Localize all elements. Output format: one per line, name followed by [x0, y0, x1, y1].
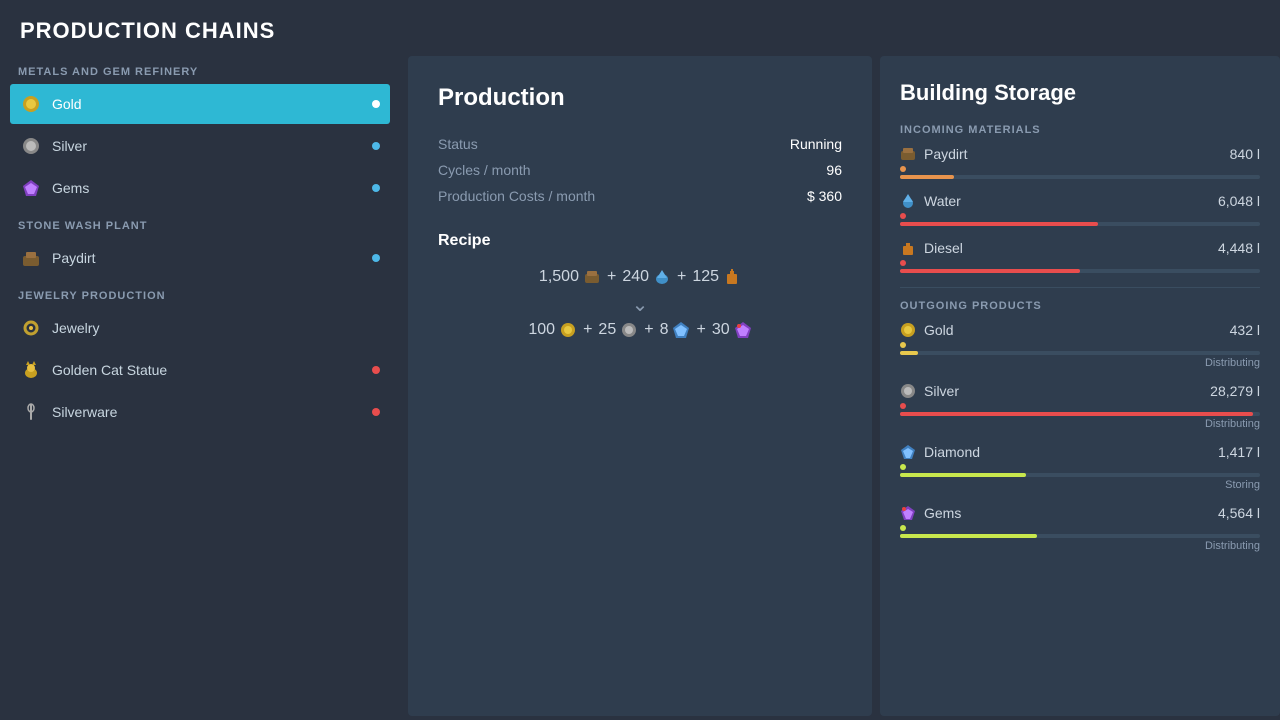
recipe-inputs: 1,500 + 240 + 125: [438, 268, 842, 286]
recipe-title: Recipe: [438, 232, 842, 250]
sidebar-item-gems[interactable]: Gems: [10, 168, 390, 208]
silver-label: Silver: [52, 138, 372, 154]
ingredient-diesel: 125: [692, 268, 741, 286]
gems-label: Gems: [52, 180, 372, 196]
storage-water: Water 6,048 l: [900, 193, 1260, 226]
storage-gold: Gold 432 l Distributing: [900, 322, 1260, 369]
status-value: Running: [790, 136, 842, 152]
section-header-metals: METALS AND GEM REFINERY: [10, 56, 390, 84]
output-gold: 100: [528, 321, 577, 339]
status-label: Status: [438, 136, 478, 152]
golden-cat-dot: [372, 366, 380, 374]
output-silver: 25: [598, 321, 638, 339]
paydirt-amount: 840 l: [1230, 146, 1260, 162]
golden-cat-icon: [20, 359, 42, 381]
paydirt-name: Paydirt: [900, 146, 968, 162]
silverware-label: Silverware: [52, 404, 372, 420]
sidebar-item-golden-cat[interactable]: Golden Cat Statue: [10, 350, 390, 390]
gold-storage-name: Gold: [900, 322, 954, 338]
gold-status: Distributing: [900, 357, 1260, 369]
gems-icon: [20, 177, 42, 199]
costs-label: Production Costs / month: [438, 188, 595, 204]
recipe-outputs: 100 + 25 + 8 + 30: [438, 321, 842, 339]
cycles-value: 96: [826, 162, 842, 178]
section-header-stone: STONE WASH PLANT: [10, 210, 390, 238]
diamond-storage-name: Diamond: [900, 444, 980, 460]
sidebar-item-paydirt[interactable]: Paydirt: [10, 238, 390, 278]
recipe-section: Recipe 1,500 + 240 + 125 ⌄: [438, 232, 842, 339]
gems-storage-amount: 4,564 l: [1218, 505, 1260, 521]
sidebar-item-jewelry[interactable]: Jewelry: [10, 308, 390, 348]
paydirt-label: Paydirt: [52, 250, 372, 266]
gems-dot: [372, 184, 380, 192]
silver-dot: [372, 142, 380, 150]
storage-diesel: Diesel 4,448 l: [900, 240, 1260, 273]
paydirt-dot: [372, 254, 380, 262]
diesel-amount: 125: [692, 268, 719, 286]
silver-status: Distributing: [900, 418, 1260, 430]
output-diamond: 8: [660, 321, 691, 339]
gold-storage-amount: 432 l: [1230, 322, 1260, 338]
section-header-jewelry: JEWELRY PRODUCTION: [10, 280, 390, 308]
silver-storage-name: Silver: [900, 383, 959, 399]
sidebar-item-silverware[interactable]: Silverware: [10, 392, 390, 432]
water-amount: 240: [622, 268, 649, 286]
page-title: PRODUCTION CHAINS: [0, 0, 1280, 56]
incoming-header: INCOMING MATERIALS: [900, 124, 1260, 136]
silver-storage-amount: 28,279 l: [1210, 383, 1260, 399]
production-title: Production: [438, 84, 842, 112]
water-amount: 6,048 l: [1218, 193, 1260, 209]
silver-output-amount: 25: [598, 321, 616, 339]
costs-value: $ 360: [807, 188, 842, 204]
recipe-arrow: ⌄: [438, 292, 842, 317]
storage-silver: Silver 28,279 l Distributing: [900, 383, 1260, 430]
gems-storage-name: Gems: [900, 505, 961, 521]
paydirt-amount: 1,500: [539, 268, 579, 286]
gold-icon: [20, 93, 42, 115]
gems-status: Distributing: [900, 540, 1260, 552]
right-panel: Building Storage INCOMING MATERIALS Payd…: [880, 56, 1280, 716]
jewelry-label: Jewelry: [52, 320, 380, 336]
diamond-status: Storing: [900, 479, 1260, 491]
storage-title: Building Storage: [900, 80, 1260, 106]
diesel-amount: 4,448 l: [1218, 240, 1260, 256]
storage-paydirt: Paydirt 840 l: [900, 146, 1260, 179]
diamond-storage-amount: 1,417 l: [1218, 444, 1260, 460]
sidebar-item-silver[interactable]: Silver: [10, 126, 390, 166]
outgoing-header: OUTGOING PRODUCTS: [900, 300, 1260, 312]
middle-panel: Production Status Running Cycles / month…: [408, 56, 872, 716]
diesel-name: Diesel: [900, 240, 963, 256]
silverware-dot: [372, 408, 380, 416]
ingredient-water: 240: [622, 268, 671, 286]
jewelry-icon: [20, 317, 42, 339]
gems-output-amount: 30: [712, 321, 730, 339]
cycles-label: Cycles / month: [438, 162, 531, 178]
silverware-icon: [20, 401, 42, 423]
output-gems: 30: [712, 321, 752, 339]
silver-icon: [20, 135, 42, 157]
storage-diamond: Diamond 1,417 l Storing: [900, 444, 1260, 491]
ingredient-paydirt: 1,500: [539, 268, 601, 286]
gold-label: Gold: [52, 96, 372, 112]
paydirt-icon: [20, 247, 42, 269]
gold-dot: [372, 100, 380, 108]
left-panel: METALS AND GEM REFINERY Gold Silver Gems…: [0, 56, 400, 716]
water-name: Water: [900, 193, 961, 209]
golden-cat-label: Golden Cat Statue: [52, 362, 372, 378]
sidebar-item-gold[interactable]: Gold: [10, 84, 390, 124]
diamond-output-amount: 8: [660, 321, 669, 339]
gold-output-amount: 100: [528, 321, 555, 339]
storage-gems: Gems 4,564 l Distributing: [900, 505, 1260, 552]
